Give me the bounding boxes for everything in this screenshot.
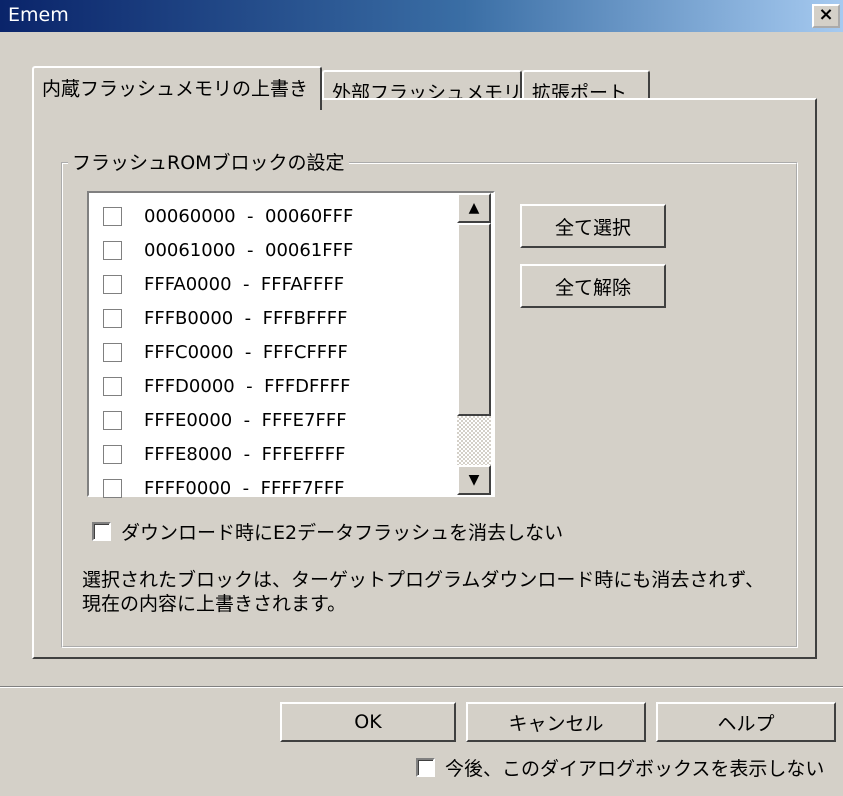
ok-label: OK	[354, 711, 382, 733]
block-range: 00060000 - 00060FFF	[144, 205, 354, 227]
block-range: FFFE0000 - FFFE7FFF	[144, 409, 347, 431]
note-line-1: 選択されたブロックは、ターゲットプログラムダウンロード時にも消去されず、	[82, 569, 765, 591]
close-button[interactable]: ×	[812, 4, 840, 28]
block-list: 00060000 - 00060FFF 00061000 - 00061FFF …	[89, 193, 457, 499]
arrow-up-icon: ▲	[468, 200, 480, 216]
block-listbox[interactable]: 00060000 - 00060FFF 00061000 - 00061FFF …	[87, 191, 495, 499]
block-range: FFFD0000 - FFFDFFFF	[144, 375, 351, 397]
scroll-track[interactable]	[457, 416, 491, 465]
no-erase-e2-label: ダウンロード時にE2データフラッシュを消去しない	[121, 522, 564, 544]
no-erase-e2-checkbox[interactable]	[92, 522, 111, 541]
note-line-2: 現在の内容に上書きされます。	[82, 593, 347, 615]
list-item[interactable]: FFFF0000 - FFFF7FFF	[89, 471, 457, 505]
group-title: フラッシュROMブロックの設定	[68, 148, 349, 175]
list-item[interactable]: FFFB0000 - FFFBFFFF	[89, 301, 457, 335]
block-checkbox[interactable]	[103, 206, 122, 226]
block-checkbox[interactable]	[103, 274, 122, 294]
block-range: FFFA0000 - FFFAFFFF	[144, 273, 345, 295]
list-item[interactable]: 00060000 - 00060FFF	[89, 199, 457, 233]
list-item[interactable]: FFFC0000 - FFFCFFFF	[89, 335, 457, 369]
deselect-all-label: 全て解除	[554, 276, 631, 299]
dont-show-option[interactable]: 今後、このダイアログボックスを表示しない	[416, 754, 824, 781]
help-button[interactable]: ヘルプ	[656, 702, 836, 742]
arrow-down-icon: ▼	[468, 472, 480, 488]
block-range: FFFB0000 - FFFBFFFF	[144, 307, 348, 329]
block-checkbox[interactable]	[103, 410, 122, 430]
list-item[interactable]: FFFD0000 - FFFDFFFF	[89, 369, 457, 403]
tab-label: 内蔵フラッシュメモリの上書き	[42, 78, 309, 100]
scroll-thumb[interactable]	[457, 223, 491, 416]
help-label: ヘルプ	[717, 712, 775, 735]
block-checkbox[interactable]	[103, 478, 122, 498]
deselect-all-button[interactable]: 全て解除	[520, 264, 666, 308]
dont-show-label: 今後、このダイアログボックスを表示しない	[445, 758, 825, 780]
block-checkbox[interactable]	[103, 444, 122, 464]
block-range: FFFF0000 - FFFF7FFF	[144, 477, 345, 499]
list-item[interactable]: FFFA0000 - FFFAFFFF	[89, 267, 457, 301]
block-range: FFFC0000 - FFFCFFFF	[144, 341, 348, 363]
dont-show-checkbox[interactable]	[416, 758, 435, 777]
cancel-label: キャンセル	[508, 712, 604, 735]
list-item[interactable]: FFFE8000 - FFFEFFFF	[89, 437, 457, 471]
block-range: FFFE8000 - FFFEFFFF	[144, 443, 346, 465]
cancel-button[interactable]: キャンセル	[466, 702, 646, 742]
select-all-button[interactable]: 全て選択	[520, 204, 666, 248]
tab-internal-flash[interactable]: 内蔵フラッシュメモリの上書き	[32, 66, 322, 110]
no-erase-e2-option[interactable]: ダウンロード時にE2データフラッシュを消去しない	[92, 518, 563, 545]
scroll-down-button[interactable]: ▼	[457, 465, 491, 495]
block-checkbox[interactable]	[103, 342, 122, 362]
block-checkbox[interactable]	[103, 376, 122, 396]
block-checkbox[interactable]	[103, 240, 122, 260]
window-title: Emem	[8, 4, 69, 26]
footer-divider	[0, 686, 843, 688]
scroll-up-button[interactable]: ▲	[457, 193, 491, 223]
list-item[interactable]: FFFE0000 - FFFE7FFF	[89, 403, 457, 437]
select-all-label: 全て選択	[554, 216, 631, 239]
overwrite-note: 選択されたブロックは、ターゲットプログラムダウンロード時にも消去されず、 現在の…	[82, 568, 782, 616]
ok-button[interactable]: OK	[280, 702, 456, 742]
title-bar[interactable]: Emem ×	[0, 0, 843, 32]
close-icon: ×	[818, 4, 834, 25]
vertical-scrollbar[interactable]: ▲ ▼	[457, 193, 491, 495]
list-item[interactable]: 00061000 - 00061FFF	[89, 233, 457, 267]
block-checkbox[interactable]	[103, 308, 122, 328]
block-range: 00061000 - 00061FFF	[144, 239, 354, 261]
